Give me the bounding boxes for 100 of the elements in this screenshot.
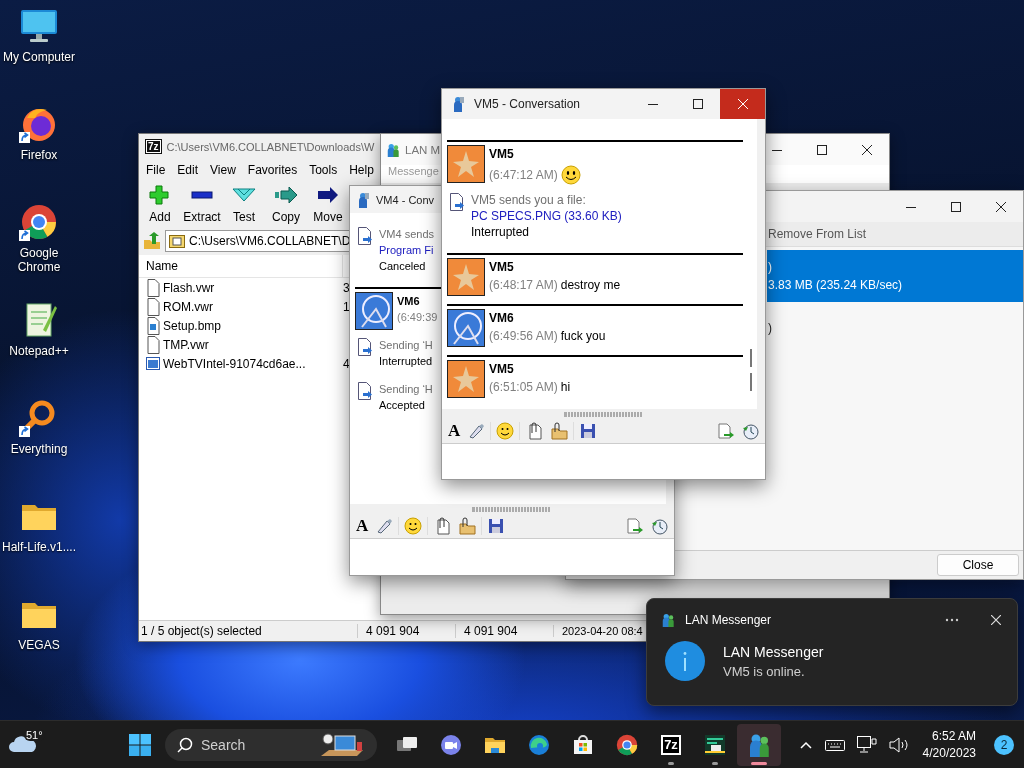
smiley-icon [404, 517, 423, 535]
emoticon-button[interactable] [402, 515, 425, 537]
search-bar[interactable]: Search [165, 728, 377, 761]
toolbar-button[interactable]: Move [307, 181, 349, 227]
resize-grip[interactable] [472, 506, 552, 512]
app-logo: 7z [661, 734, 681, 755]
browser-icon [527, 732, 551, 757]
messenger-icon [386, 142, 400, 157]
path-text: C:\Users\VM6.COLLABNET\D [189, 234, 351, 248]
store-icon [571, 732, 595, 757]
file-caption: Sending ‘H [379, 382, 433, 396]
toolbar-button[interactable]: Test [223, 181, 265, 227]
transfer-status: Interrupted [471, 225, 531, 239]
message-text: destroy me [560, 278, 621, 292]
file-icon [146, 354, 160, 373]
message-time: (6:48:17 AM) [489, 278, 558, 292]
toolbar-button[interactable]: Remove From List [768, 227, 867, 241]
transfer-progress: 3.83 MB (235.24 KB/sec) [768, 278, 904, 292]
menu-item[interactable]: Help [343, 163, 380, 177]
resize-grip[interactable] [563, 411, 644, 417]
pen-icon [467, 422, 486, 440]
messenger-icon [661, 612, 675, 628]
keyboard-icon [824, 737, 845, 752]
menu-item[interactable]: Tools [303, 163, 344, 177]
path-field[interactable]: C:\Users\VM6.COLLABNET\D [165, 230, 351, 252]
move-icon [316, 184, 340, 205]
icon-label[interactable]: VEGAS [1, 638, 77, 652]
clock-time[interactable]: 6:52 AM [931, 727, 976, 745]
toolbar-button[interactable]: Extract [181, 181, 223, 227]
icon-label[interactable]: Everything [1, 442, 77, 456]
avatar-image [447, 145, 485, 183]
toolbar-button[interactable]: Copy [265, 181, 307, 227]
file-link[interactable]: Program Fi [379, 243, 435, 257]
transfer-row[interactable]: ) 3.83 MB (235.24 KB/sec) [767, 250, 1023, 302]
icon-label[interactable]: Notepad++ [1, 344, 77, 358]
emoticon-button[interactable] [494, 420, 517, 442]
avatar-image [447, 258, 485, 296]
file-name[interactable]: Setup.bmp [163, 318, 222, 333]
menu-item[interactable]: Favorites [241, 163, 304, 177]
attach-folder-button[interactable] [548, 420, 571, 442]
close-icon [861, 144, 872, 155]
file-caption: Sending ‘H [379, 338, 433, 352]
transfer-row[interactable]: ) [767, 302, 1023, 354]
message-time: (6:51:05 AM) [489, 380, 558, 394]
close-icon [995, 201, 1006, 212]
window-title: C:\Users\VM6.COLLABNET\Downloads\W [166, 140, 375, 153]
notification-text: VM5 is online. [723, 663, 806, 679]
file-icon [146, 297, 160, 316]
menu-item[interactable]: Edit [171, 163, 205, 177]
menu-item[interactable]: File [140, 163, 172, 177]
close-button[interactable]: Close [937, 554, 1019, 576]
notification-badge[interactable]: 2 [994, 734, 1014, 755]
file-name[interactable]: WebTVIntel-91074cd6ae... [163, 356, 306, 371]
more-button[interactable] [943, 616, 961, 624]
maximize-icon [816, 144, 827, 155]
close-button[interactable] [989, 613, 1003, 627]
icon-label[interactable]: Firefox [1, 148, 77, 162]
attach-folder-button[interactable] [456, 515, 479, 537]
window-title: LAN M [405, 143, 441, 156]
menu-item[interactable]: View [204, 163, 242, 177]
transfer-status: Accepted [379, 398, 426, 412]
search-field[interactable]: Search [201, 736, 311, 753]
scrollbar-thumb [750, 349, 752, 391]
app-logo: 7z [146, 140, 161, 153]
file-name[interactable]: Flash.vwr [163, 280, 215, 295]
toolbar-button[interactable]: Add [139, 181, 181, 227]
icon-label[interactable]: My Computer [1, 50, 77, 64]
file-name[interactable]: TMP.vwr [163, 337, 209, 352]
windows-logo-icon [129, 733, 151, 756]
paperclip-folder-icon [458, 517, 477, 535]
taskbar-button[interactable]: 7z [649, 723, 693, 766]
app-name: LAN Messenger [685, 613, 772, 627]
terminal-icon [703, 732, 727, 757]
sender-name: VM5 [489, 147, 515, 161]
font-button[interactable]: A [446, 420, 463, 442]
transfer-name: ) [768, 260, 773, 274]
app-name: Messenge [388, 165, 439, 177]
taskbar-button[interactable] [737, 723, 781, 766]
file-link[interactable]: PC SPECS.PNG (33.60 KB) [471, 209, 622, 223]
clock-date[interactable]: 4/20/2023 [922, 744, 976, 762]
maximize-icon [950, 201, 961, 212]
volume-button[interactable] [886, 734, 911, 755]
search-icon [177, 736, 193, 753]
icon-label[interactable]: Half-Life.v1.... [1, 540, 77, 554]
icon-label[interactable]: Google Chrome [1, 246, 77, 274]
message-time: (6:47:12 AM) [489, 168, 558, 182]
sender-name: VM6 [489, 311, 515, 325]
file-name[interactable]: ROM.vwr [163, 299, 213, 314]
message-input-field[interactable] [350, 539, 674, 575]
network-button[interactable] [854, 733, 879, 756]
font-button[interactable]: A [354, 515, 371, 537]
browser-icon[interactable] [19, 202, 59, 242]
close-icon [737, 99, 748, 109]
up-folder-icon[interactable] [143, 232, 161, 250]
message-input-field[interactable] [442, 444, 765, 479]
transfer-status: Interrupted [379, 354, 433, 368]
close-icon [991, 615, 1001, 625]
temperature-text: 51° [24, 728, 45, 741]
column-header[interactable]: Name [139, 259, 342, 273]
add-icon [148, 184, 172, 205]
